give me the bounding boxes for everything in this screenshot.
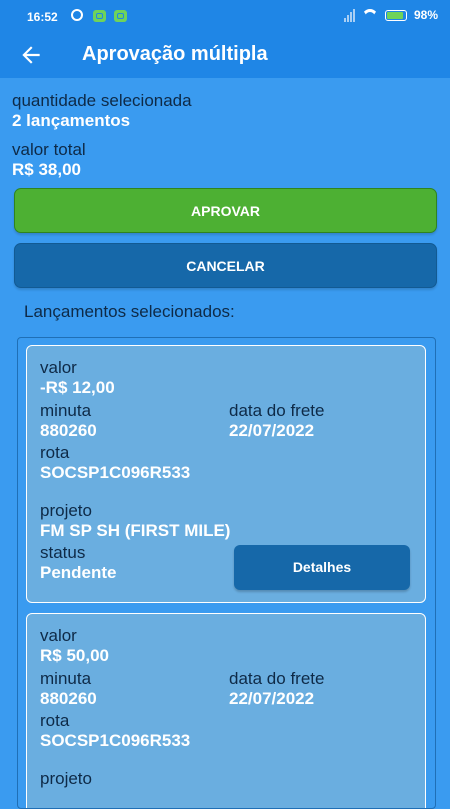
status-value: Pendente <box>40 563 117 582</box>
wifi-icon <box>362 9 378 21</box>
valor-label: valor <box>40 358 77 377</box>
selection-summary: quantidade selecionada 2 lançamentos val… <box>12 91 192 180</box>
valor-value: R$ 50,00 <box>40 646 109 665</box>
rota-value: SOCSP1C096R533 <box>40 731 191 750</box>
minuta-value: 880260 <box>40 689 97 708</box>
arrow-left-icon[interactable] <box>18 42 44 68</box>
entry-card: valor -R$ 12,00 minuta 880260 data do fr… <box>26 345 426 603</box>
valor-value: -R$ 12,00 <box>40 378 115 397</box>
total-label: valor total <box>12 140 86 159</box>
projeto-value: FM SP SH (FIRST MILE) <box>40 521 231 540</box>
battery-percentage: 98% <box>413 8 438 22</box>
page-title: Aprovação múltipla <box>82 43 268 65</box>
app-bar: Aprovação múltipla <box>0 34 450 78</box>
entry-card: valor R$ 50,00 minuta 880260 data do fre… <box>26 613 426 808</box>
status-label: status <box>40 543 86 562</box>
details-button[interactable]: Detalhes <box>234 545 410 590</box>
rota-label: rota <box>40 711 70 730</box>
cancel-button[interactable]: CANCELAR <box>14 243 437 288</box>
data-frete-label: data do frete <box>229 401 325 420</box>
notification-icon <box>93 10 106 22</box>
minuta-label: minuta <box>40 669 92 688</box>
approve-button[interactable]: APROVAR <box>14 188 437 233</box>
minuta-label: minuta <box>40 401 92 420</box>
battery-icon <box>384 9 407 21</box>
rota-label: rota <box>40 443 70 462</box>
status-indicators: 98% <box>343 8 438 22</box>
data-frete-value: 22/07/2022 <box>229 421 315 440</box>
list-title: Lançamentos selecionados: <box>24 302 235 321</box>
total-value: R$ 38,00 <box>12 160 81 179</box>
data-frete-value: 22/07/2022 <box>229 689 315 708</box>
valor-label: valor <box>40 626 77 645</box>
status-time: 16:52 <box>27 10 58 24</box>
quantity-value: 2 lançamentos <box>12 111 131 130</box>
status-bar: 16:52 98% <box>0 0 450 34</box>
projeto-label: projeto <box>40 501 92 520</box>
data-frete-label: data do frete <box>229 669 325 688</box>
signal-icon <box>343 8 355 22</box>
notification-icon <box>114 10 127 22</box>
alarm-icon <box>71 9 83 21</box>
minuta-value: 880260 <box>40 421 97 440</box>
selected-entries-list[interactable]: valor -R$ 12,00 minuta 880260 data do fr… <box>17 337 436 809</box>
rota-value: SOCSP1C096R533 <box>40 463 191 482</box>
quantity-label: quantidade selecionada <box>12 91 192 110</box>
projeto-label: projeto <box>40 769 92 788</box>
